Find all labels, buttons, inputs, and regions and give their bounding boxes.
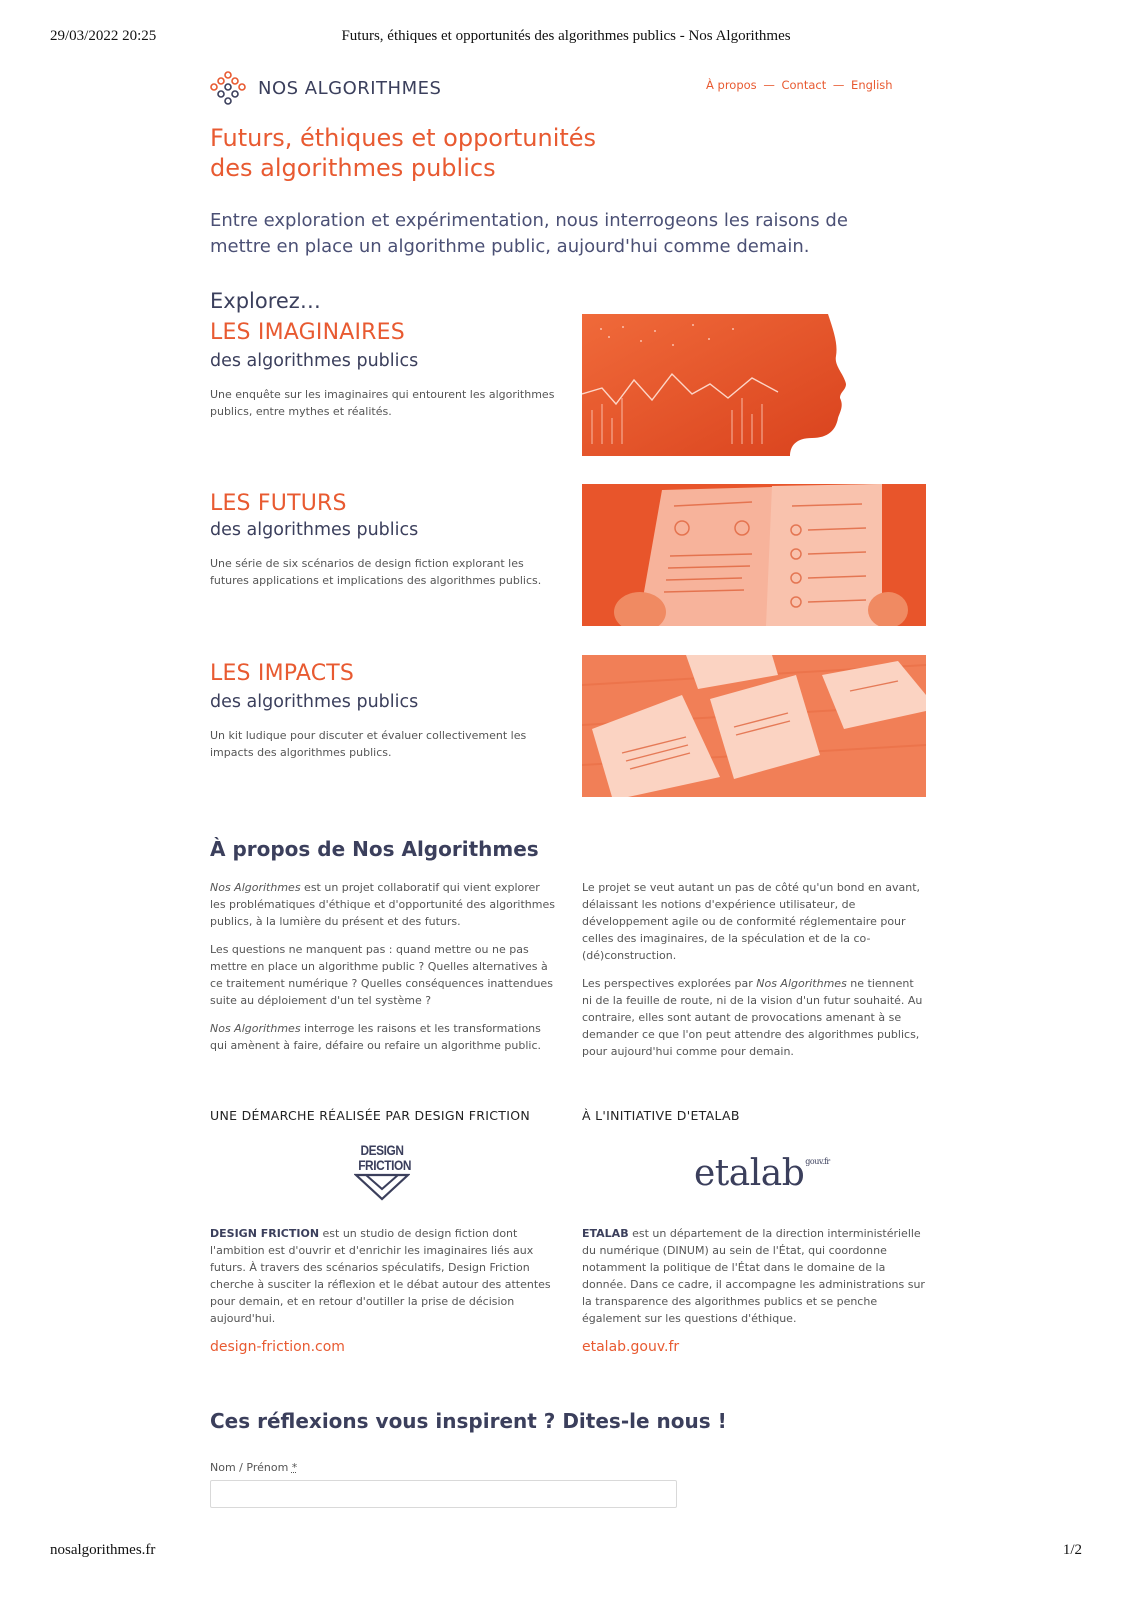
leaflet-image [582, 484, 926, 626]
section-description: Une série de six scénarios de design fic… [210, 557, 542, 587]
about-left-column: Nos Algorithmes est un projet collaborat… [210, 879, 555, 1065]
contact-title: Ces réflexions vous inspirent ? Dites-le… [210, 1409, 727, 1433]
section-subtitle: des algorithmes publics [210, 692, 419, 712]
print-footer: nosalgorithmes.fr 1/2 [50, 1542, 1082, 1562]
design-friction-label: UNE DÉMARCHE RÉALISÉE PAR DESIGN FRICTIO… [210, 1108, 530, 1123]
nos-algorithmes-logo-icon [210, 71, 246, 105]
page-title-line-1: Futurs, éthiques et opportunités [210, 124, 597, 152]
page-title: Futurs, éthiques et opportunités des alg… [210, 123, 710, 183]
section-imaginaires: LES IMAGINAIRES des algorithmes publics … [210, 319, 560, 420]
name-field-label: Nom / Prénom * [210, 1461, 298, 1474]
impacts-image[interactable] [582, 655, 926, 797]
about-paragraph: Le projet se veut autant un pas de côté … [582, 881, 921, 962]
futurs-image[interactable] [582, 484, 926, 626]
project-name-emphasis: Nos Algorithmes [210, 1022, 301, 1035]
section-description: Une enquête sur les imaginaires qui ento… [210, 388, 555, 418]
head-silhouette-image [582, 314, 846, 456]
nav-english-link[interactable]: English [851, 78, 893, 92]
print-page-counter: 1/2 [1062, 1542, 1082, 1558]
design-friction-link[interactable]: design-friction.com [210, 1339, 345, 1355]
nav-about-link[interactable]: À propos [706, 78, 757, 92]
print-url: nosalgorithmes.fr [50, 1542, 156, 1558]
about-title: À propos de Nos Algorithmes [210, 837, 539, 861]
about-paragraph: Nos Algorithmes interroge les raisons et… [210, 1022, 542, 1052]
game-cards-image [582, 655, 926, 797]
etalab-description: ETALAB est un département de la directio… [582, 1227, 925, 1325]
etalab-link[interactable]: etalab.gouv.fr [582, 1339, 679, 1355]
nav-contact-link[interactable]: Contact [781, 78, 826, 92]
site-logo-link[interactable]: NOS ALGORITHMES [210, 70, 441, 106]
about-paragraph: Les questions ne manquent pas : quand me… [210, 943, 553, 1007]
etalab-logo[interactable]: etalabgouv.fr [694, 1153, 830, 1194]
about-paragraph: Nos Algorithmes est un projet collaborat… [210, 881, 555, 928]
design-friction-triangle-icon [353, 1173, 411, 1201]
top-nav: À propos — Contact — English [706, 78, 893, 92]
etalab-label: À L'INITIATIVE D'ETALAB [582, 1108, 740, 1123]
project-name-emphasis: Nos Algorithmes [210, 881, 301, 894]
required-mark: * [291, 1461, 298, 1474]
design-friction-description: DESIGN FRICTION est un studio de design … [210, 1227, 551, 1325]
nav-separator: — [763, 78, 775, 92]
imaginaires-image[interactable] [582, 314, 846, 456]
project-name-emphasis: Nos Algorithmes [756, 977, 847, 990]
section-title-link[interactable]: LES IMAGINAIRES [210, 319, 560, 347]
design-friction-logo[interactable]: DESIGN FRICTION [353, 1143, 411, 1205]
section-futurs: LES FUTURS des algorithmes publics Une s… [210, 490, 560, 589]
section-title-link[interactable]: LES IMPACTS [210, 660, 560, 688]
section-title-link[interactable]: LES FUTURS [210, 490, 560, 518]
name-input[interactable] [210, 1480, 677, 1508]
section-subtitle: des algorithmes publics [210, 351, 419, 371]
section-subtitle: des algorithmes publics [210, 520, 419, 540]
explore-label: Explorez… [210, 289, 321, 313]
about-paragraph: Les perspectives explorées par Nos Algor… [582, 977, 923, 1058]
nav-separator: — [832, 78, 845, 92]
section-description: Un kit ludique pour discuter et évaluer … [210, 729, 527, 759]
about-right-column: Le projet se veut autant un pas de côté … [582, 879, 927, 1071]
hero-subtitle: Entre exploration et expérimentation, no… [210, 210, 848, 257]
print-doc-title: Futurs, éthiques et opportunités des alg… [341, 28, 791, 44]
print-header: 29/03/2022 20:25 Futurs, éthiques et opp… [50, 28, 1082, 48]
section-impacts: LES IMPACTS des algorithmes publics Un k… [210, 660, 560, 761]
logo-text: NOS ALGORITHMES [258, 77, 442, 99]
page-title-line-2: des algorithmes publics [210, 154, 496, 182]
